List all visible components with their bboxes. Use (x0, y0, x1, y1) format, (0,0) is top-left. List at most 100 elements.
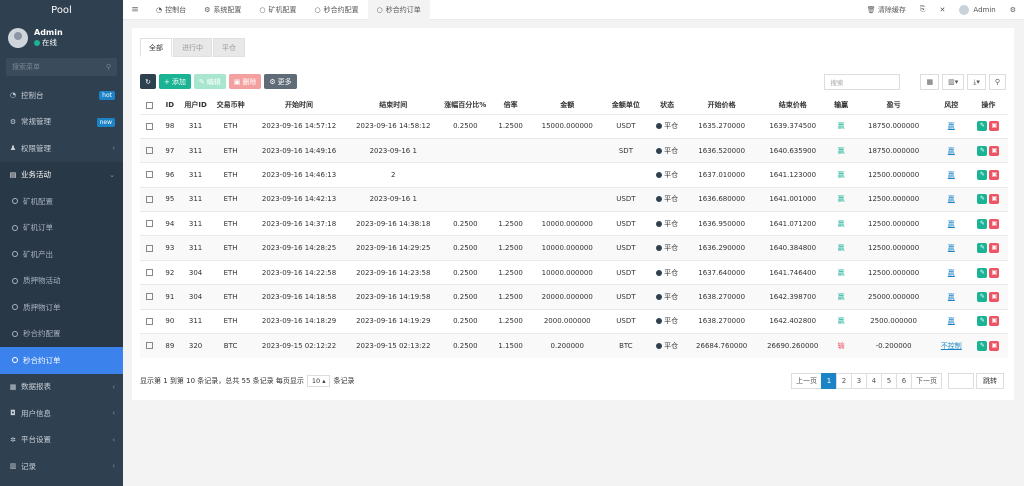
table-row[interactable]: 90 311 ETH 2023-09-16 14:18:29 2023-09-16 14… (140, 308, 1008, 334)
col-header[interactable]: 状态 (647, 97, 687, 115)
sidebar-item-permissions[interactable]: ♟ 权限管理 ‹ (0, 135, 123, 162)
risk-control-link[interactable]: 赢 (948, 244, 955, 252)
row-checkbox[interactable] (145, 293, 153, 301)
cell-risk[interactable]: 赢 (933, 137, 969, 163)
cell-risk[interactable]: 不控制 (933, 333, 969, 358)
sidebar-subitem-contract-config[interactable]: 秒合约配置 (0, 320, 123, 347)
sidebar-item-user-info[interactable]: ◘ 用户信息 ‹ (0, 400, 123, 427)
next-page-button[interactable]: 下一页 (911, 373, 942, 389)
row-delete-button[interactable]: ▣ (989, 267, 1000, 278)
row-checkbox[interactable] (145, 269, 153, 277)
table-row[interactable]: 92 304 ETH 2023-09-16 14:22:58 2023-09-16 14… (140, 259, 1008, 285)
search-input[interactable]: 搜索 (824, 74, 901, 90)
col-header[interactable]: ID (158, 97, 182, 115)
risk-control-link[interactable]: 赢 (948, 171, 955, 179)
more-button[interactable]: ⚙ 更多 (264, 74, 297, 89)
row-checkbox[interactable] (145, 122, 153, 130)
columns-button[interactable]: ▥▾ (942, 74, 965, 90)
jump-button[interactable]: 跳转 (976, 373, 1004, 389)
row-delete-button[interactable]: ▣ (989, 169, 1000, 180)
row-delete-button[interactable]: ▣ (989, 145, 1000, 156)
admin-menu[interactable]: Admin (959, 4, 996, 15)
row-edit-button[interactable]: ✎ (977, 316, 988, 327)
row-select[interactable] (140, 113, 159, 139)
col-header[interactable]: 开始价格 (686, 97, 757, 115)
logo[interactable]: Pool (0, 0, 123, 20)
page-button[interactable]: 3 (851, 373, 867, 389)
tab-contract-config[interactable]: ○ 秒合约配置 (306, 0, 368, 20)
page-button[interactable]: 5 (881, 373, 897, 389)
edit-button[interactable]: ✎ 编辑 (193, 74, 226, 89)
col-header[interactable]: 金额单位 (604, 97, 648, 115)
avatar[interactable] (8, 28, 28, 48)
cell-risk[interactable]: 赢 (933, 259, 969, 285)
tab-miner-config[interactable]: ○ 矿机配置 (250, 0, 305, 20)
row-edit-button[interactable]: ✎ (977, 243, 988, 254)
row-delete-button[interactable]: ▣ (989, 291, 1000, 302)
page-button[interactable]: 4 (866, 373, 882, 389)
cell-risk[interactable]: 赢 (933, 308, 969, 334)
table-row[interactable]: 98 311 ETH 2023-09-16 14:57:12 2023-09-16 14… (140, 113, 1008, 139)
row-checkbox[interactable] (145, 195, 153, 203)
export-button[interactable]: ⤓▾ (967, 74, 986, 90)
row-select[interactable] (140, 308, 159, 334)
risk-control-link[interactable]: 赢 (948, 317, 955, 325)
tab-in-progress[interactable]: 进行中 (173, 38, 212, 57)
col-header[interactable]: 结束价格 (756, 97, 829, 115)
page-button[interactable]: 2 (836, 373, 852, 389)
row-checkbox[interactable] (145, 342, 153, 350)
sidebar-subitem-contract-orders[interactable]: 秒合约订单 (0, 347, 123, 374)
table-row[interactable]: 89 320 BTC 2023-09-15 02:12:22 2023-09-15 02… (140, 333, 1008, 358)
clear-cache-button[interactable]: 🗑 清除缓存 (867, 5, 906, 15)
risk-control-link[interactable]: 赢 (948, 269, 955, 277)
risk-control-link[interactable]: 不控制 (941, 342, 962, 350)
settings-icon[interactable]: ⚙ (1010, 6, 1016, 14)
row-checkbox[interactable] (145, 171, 153, 179)
cell-risk[interactable]: 赢 (933, 113, 969, 139)
row-edit-button[interactable]: ✎ (977, 145, 988, 156)
row-select[interactable] (140, 137, 159, 163)
row-checkbox[interactable] (145, 244, 153, 252)
fullscreen-icon[interactable]: ✕ (940, 6, 946, 14)
page-button[interactable]: 1 (821, 373, 837, 389)
translate-icon[interactable]: ⎘ (920, 5, 926, 14)
sidebar-subitem-miner-output[interactable]: 矿机产出 (0, 241, 123, 268)
sidebar-subitem-pledge-orders[interactable]: 质押物订单 (0, 294, 123, 321)
row-delete-button[interactable]: ▣ (989, 218, 1000, 229)
row-edit-button[interactable]: ✎ (977, 194, 988, 205)
cell-risk[interactable]: 赢 (933, 284, 969, 310)
col-header[interactable]: 涨幅百分比% (439, 97, 492, 115)
row-edit-button[interactable]: ✎ (977, 169, 988, 180)
risk-control-link[interactable]: 赢 (948, 195, 955, 203)
table-row[interactable]: 94 311 ETH 2023-09-16 14:37:18 2023-09-16 14… (140, 211, 1008, 236)
delete-button[interactable]: ▣ 删除 (228, 74, 262, 89)
sidebar-subitem-pledge-activity[interactable]: 质押物活动 (0, 267, 123, 294)
tab-dashboard[interactable]: ◔ 控制台 (147, 0, 195, 20)
table-row[interactable]: 93 311 ETH 2023-09-16 14:28:25 2023-09-16 14… (140, 235, 1008, 261)
page-size-select[interactable]: 10 ▴ (306, 375, 331, 387)
row-select[interactable] (140, 162, 159, 188)
row-select[interactable] (140, 235, 159, 261)
risk-control-link[interactable]: 赢 (948, 147, 955, 155)
search-icon[interactable]: ⚲ (106, 63, 111, 71)
cell-risk[interactable]: 赢 (933, 162, 969, 188)
col-header[interactable]: 金额 (530, 97, 605, 115)
toggle-view-button[interactable]: ▦ (920, 74, 940, 90)
row-select[interactable] (140, 333, 159, 358)
tab-all[interactable]: 全部 (140, 38, 172, 57)
sidebar-subitem-miner-orders[interactable]: 矿机订单 (0, 214, 123, 241)
row-edit-button[interactable]: ✎ (977, 121, 988, 132)
sidebar-subitem-miner-config[interactable]: 矿机配置 (0, 188, 123, 215)
jump-page-input[interactable] (948, 373, 974, 389)
sidebar-item-reports[interactable]: ▦ 数据报表 ‹ (0, 374, 123, 401)
tab-contract-orders[interactable]: ○ 秒合约订单 (367, 0, 430, 20)
add-button[interactable]: + 添加 (159, 74, 191, 89)
row-checkbox[interactable] (145, 147, 153, 155)
sidebar-item-dashboard[interactable]: ◔ 控制台 hot (0, 82, 123, 109)
table-row[interactable]: 91 304 ETH 2023-09-16 14:18:58 2023-09-16 14… (140, 284, 1008, 310)
cell-risk[interactable]: 赢 (933, 211, 969, 236)
col-header[interactable]: 用户ID (181, 97, 210, 115)
select-all-header[interactable] (140, 97, 159, 115)
risk-control-link[interactable]: 赢 (948, 293, 955, 301)
refresh-button[interactable]: ↻ (140, 74, 156, 89)
